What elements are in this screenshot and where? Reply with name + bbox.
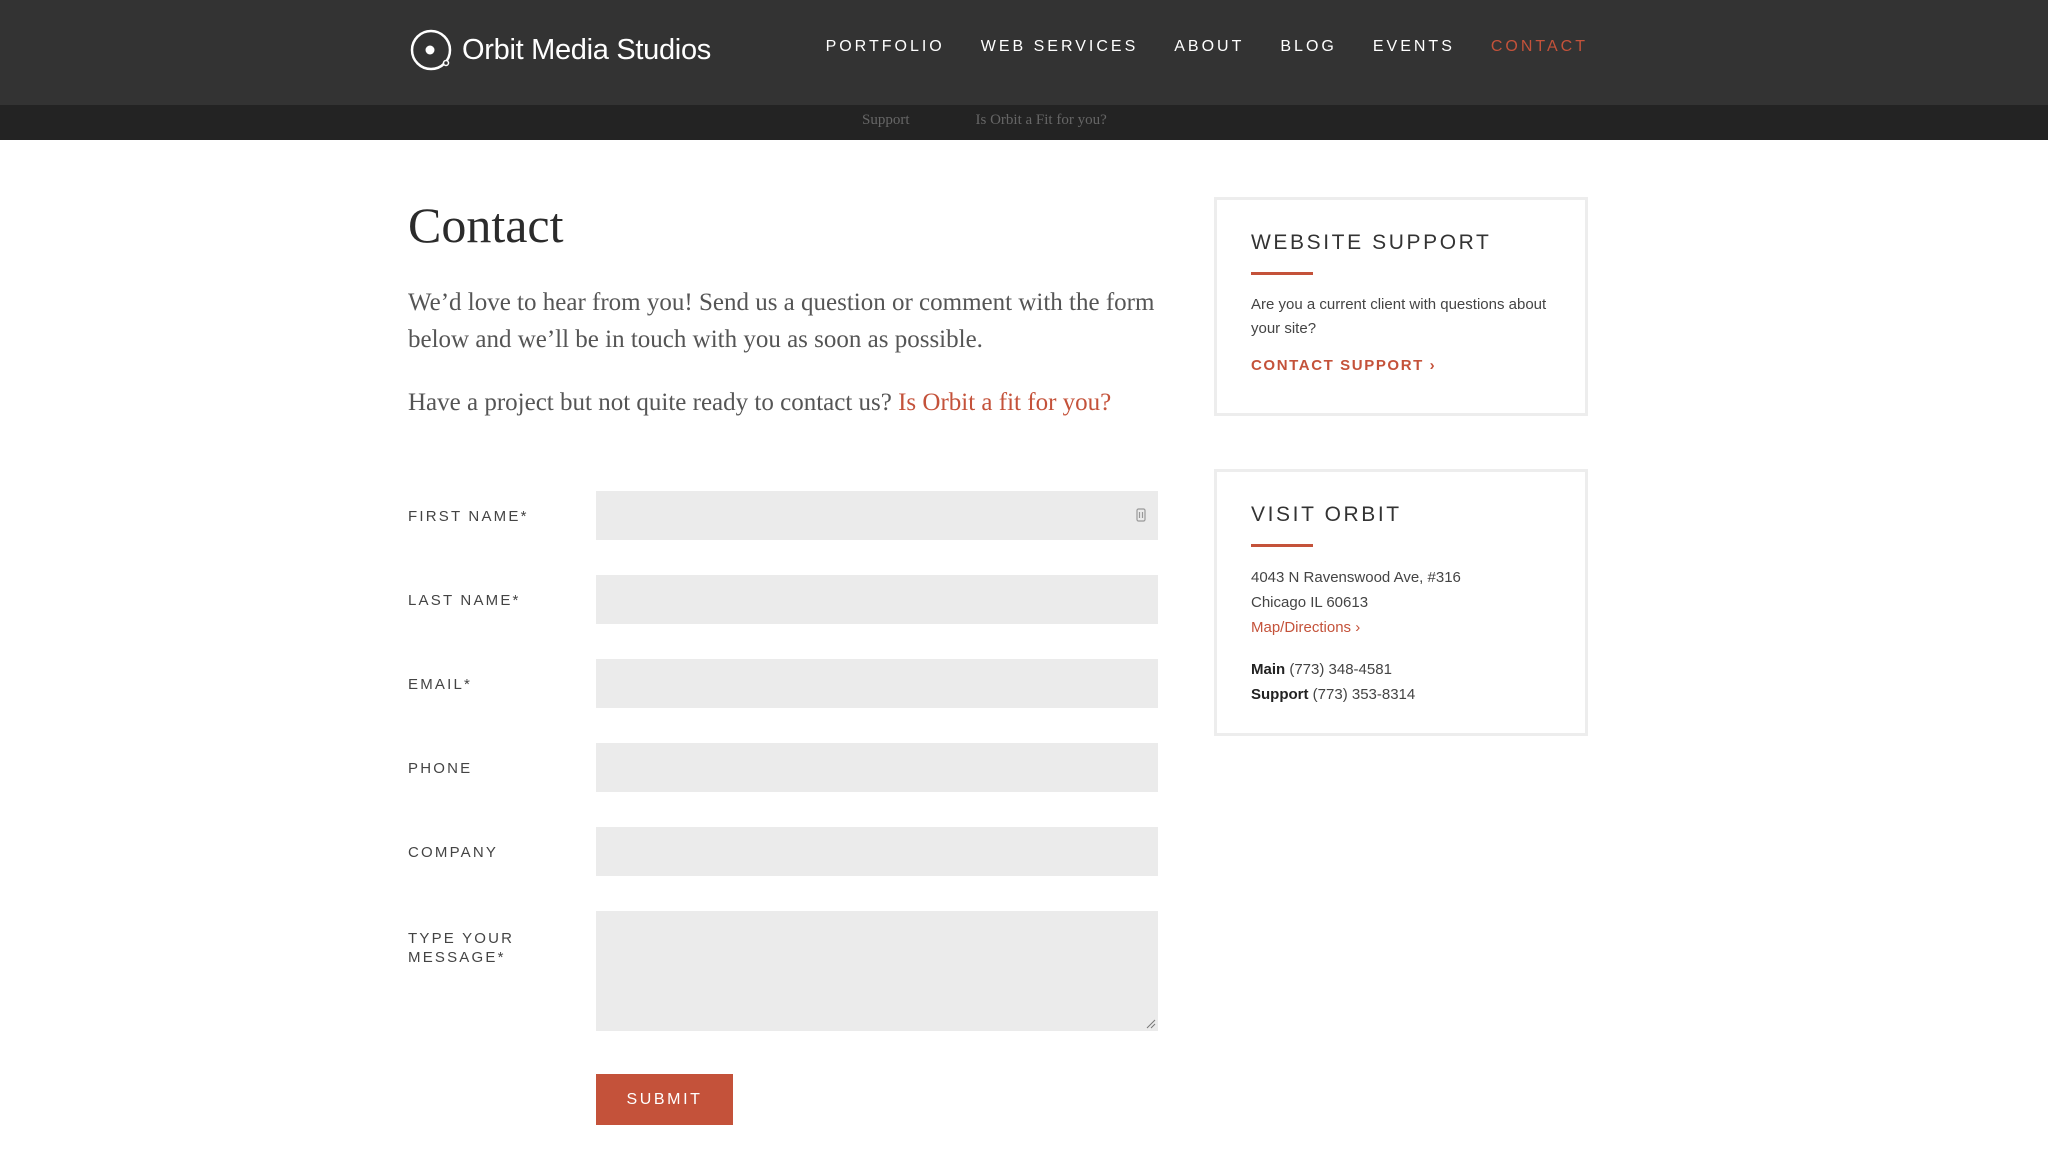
website-support-card: WEBSITE SUPPORT Are you a current client… — [1214, 197, 1588, 416]
title-underline — [1251, 272, 1313, 275]
orbit-logo-icon — [410, 29, 452, 71]
email-field[interactable] — [596, 659, 1158, 708]
autofill-icon[interactable] — [1136, 508, 1146, 522]
main-phone-label: Main — [1251, 661, 1286, 678]
last-name-row: LAST NAME* — [408, 575, 1160, 624]
message-field[interactable] — [596, 911, 1158, 1031]
subnav-item-support[interactable]: Support — [862, 112, 910, 129]
title-underline — [1251, 544, 1313, 547]
website-support-text: Are you a current client with questions … — [1251, 296, 1547, 337]
nav-item-about[interactable]: ABOUT — [1174, 38, 1244, 56]
email-label: EMAIL* — [408, 676, 473, 693]
last-name-label: LAST NAME* — [408, 592, 521, 609]
first-name-field[interactable] — [596, 491, 1158, 540]
first-name-label: FIRST NAME* — [408, 508, 529, 525]
email-row: EMAIL* — [408, 659, 1160, 708]
support-phone-line: Support (773) 353-8314 — [1251, 682, 1551, 707]
main-navigation: PORTFOLIO WEB SERVICES ABOUT BLOG EVENTS… — [790, 38, 1588, 56]
phone-numbers: Main (773) 348-4581 Support (773) 353-83… — [1251, 657, 1551, 707]
visit-orbit-card: VISIT ORBIT 4043 N Ravenswood Ave, #316 … — [1214, 469, 1588, 736]
nav-item-portfolio[interactable]: PORTFOLIO — [826, 38, 945, 56]
fit-link[interactable]: Is Orbit a fit for you? — [898, 389, 1111, 416]
map-directions-link[interactable]: Map/Directions › — [1251, 615, 1551, 640]
main-content: Contact We’d love to hear from you! Send… — [408, 190, 1160, 421]
main-phone-line: Main (773) 348-4581 — [1251, 657, 1551, 682]
website-support-title: WEBSITE SUPPORT — [1251, 231, 1492, 254]
first-name-wrapper — [596, 491, 1158, 540]
nav-item-contact[interactable]: CONTACT — [1491, 38, 1588, 56]
main-phone-number: (773) 348-4581 — [1285, 661, 1392, 678]
company-label: COMPANY — [408, 844, 499, 861]
subnav-item-fit[interactable]: Is Orbit a Fit for you? — [976, 112, 1107, 129]
phone-field[interactable] — [596, 743, 1158, 792]
nav-item-blog[interactable]: BLOG — [1280, 38, 1336, 56]
address-line-1: 4043 N Ravenswood Ave, #316 — [1251, 569, 1461, 586]
message-wrapper — [596, 911, 1158, 1031]
logo-text: Orbit Media Studios — [462, 33, 711, 66]
contact-support-link[interactable]: CONTACT SUPPORT › — [1251, 357, 1436, 374]
fit-paragraph-text: Have a project but not quite ready to co… — [408, 389, 899, 416]
phone-row: PHONE — [408, 743, 1160, 792]
company-field[interactable] — [596, 827, 1158, 876]
support-phone-number: (773) 353-8314 — [1308, 686, 1416, 703]
address-line-2: Chicago IL 60613 — [1251, 594, 1369, 611]
message-label: TYPE YOUR MESSAGE* — [408, 930, 515, 966]
first-name-row: FIRST NAME* — [408, 491, 1160, 540]
fit-paragraph: Have a project but not quite ready to co… — [408, 384, 1160, 421]
nav-item-web-services[interactable]: WEB SERVICES — [981, 38, 1139, 56]
contact-form: FIRST NAME* LAST NAME* EMAIL* PHONE COMP… — [408, 491, 1160, 1125]
sub-navigation: Support Is Orbit a Fit for you? — [862, 112, 1173, 129]
site-logo[interactable]: Orbit Media Studios — [408, 27, 711, 73]
nav-item-events[interactable]: EVENTS — [1373, 38, 1455, 56]
submit-button[interactable]: SUBMIT — [596, 1074, 733, 1125]
visit-orbit-title: VISIT ORBIT — [1251, 503, 1402, 526]
support-phone-label: Support — [1251, 686, 1309, 703]
message-row: TYPE YOUR MESSAGE* — [408, 911, 1160, 1031]
resize-handle-icon[interactable] — [1144, 1017, 1156, 1029]
company-row: COMPANY — [408, 827, 1160, 876]
last-name-field[interactable] — [596, 575, 1158, 624]
intro-paragraph: We’d love to hear from you! Send us a qu… — [408, 289, 1155, 353]
phone-label: PHONE — [408, 760, 473, 777]
page-title: Contact — [408, 197, 564, 253]
